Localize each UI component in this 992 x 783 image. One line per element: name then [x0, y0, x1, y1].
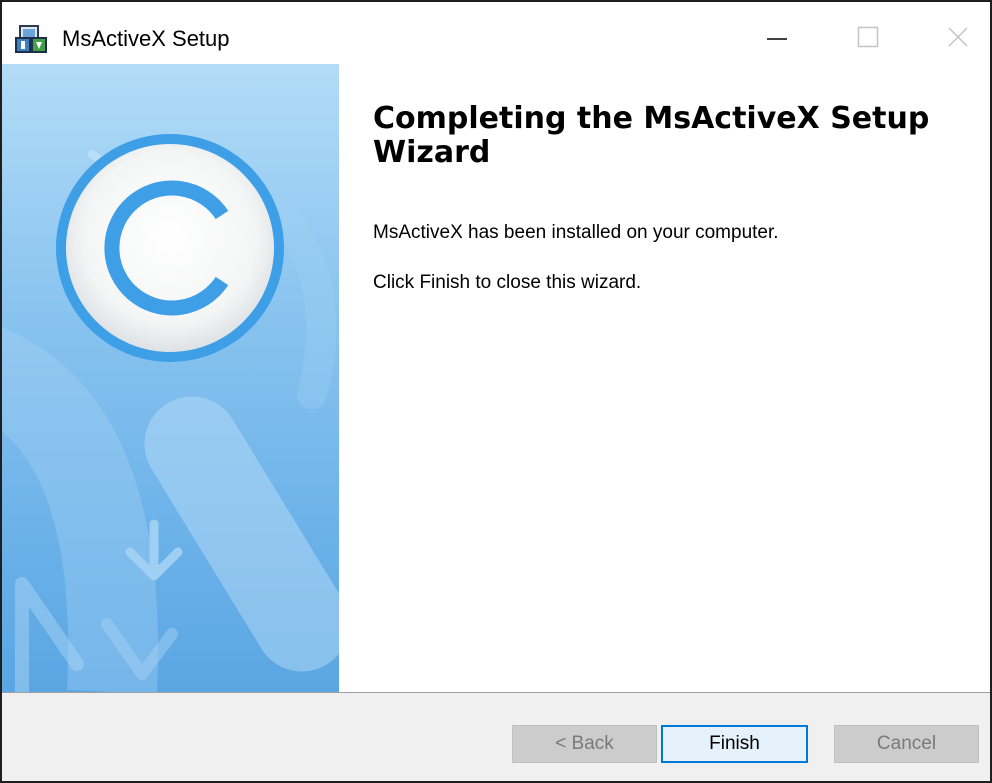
wizard-heading: Completing the MsActiveX Setup Wizard [373, 101, 930, 170]
setup-window: MsActiveX Setup Completing the MsActiveX… [0, 0, 992, 783]
minimize-button[interactable] [747, 10, 807, 60]
back-button[interactable]: < Back [512, 725, 657, 763]
title-bar: MsActiveX Setup [2, 2, 990, 64]
button-bar: < Back Finish Cancel [2, 692, 990, 781]
wizard-content: Completing the MsActiveX Setup Wizard Ms… [339, 64, 990, 692]
maximize-icon [857, 26, 879, 48]
window-title: MsActiveX Setup [62, 26, 230, 51]
install-complete-text: MsActiveX has been installed on your com… [373, 222, 779, 243]
minimize-icon [767, 38, 787, 40]
installer-logo [56, 134, 284, 362]
installer-app-icon [14, 24, 48, 54]
finish-instruction-text: Click Finish to close this wizard. [373, 272, 642, 293]
maximize-button[interactable] [838, 10, 898, 60]
finish-button[interactable]: Finish [661, 725, 808, 763]
cancel-button[interactable]: Cancel [834, 725, 979, 763]
wizard-banner [2, 64, 339, 692]
close-button[interactable] [928, 10, 988, 60]
close-icon [948, 27, 968, 47]
